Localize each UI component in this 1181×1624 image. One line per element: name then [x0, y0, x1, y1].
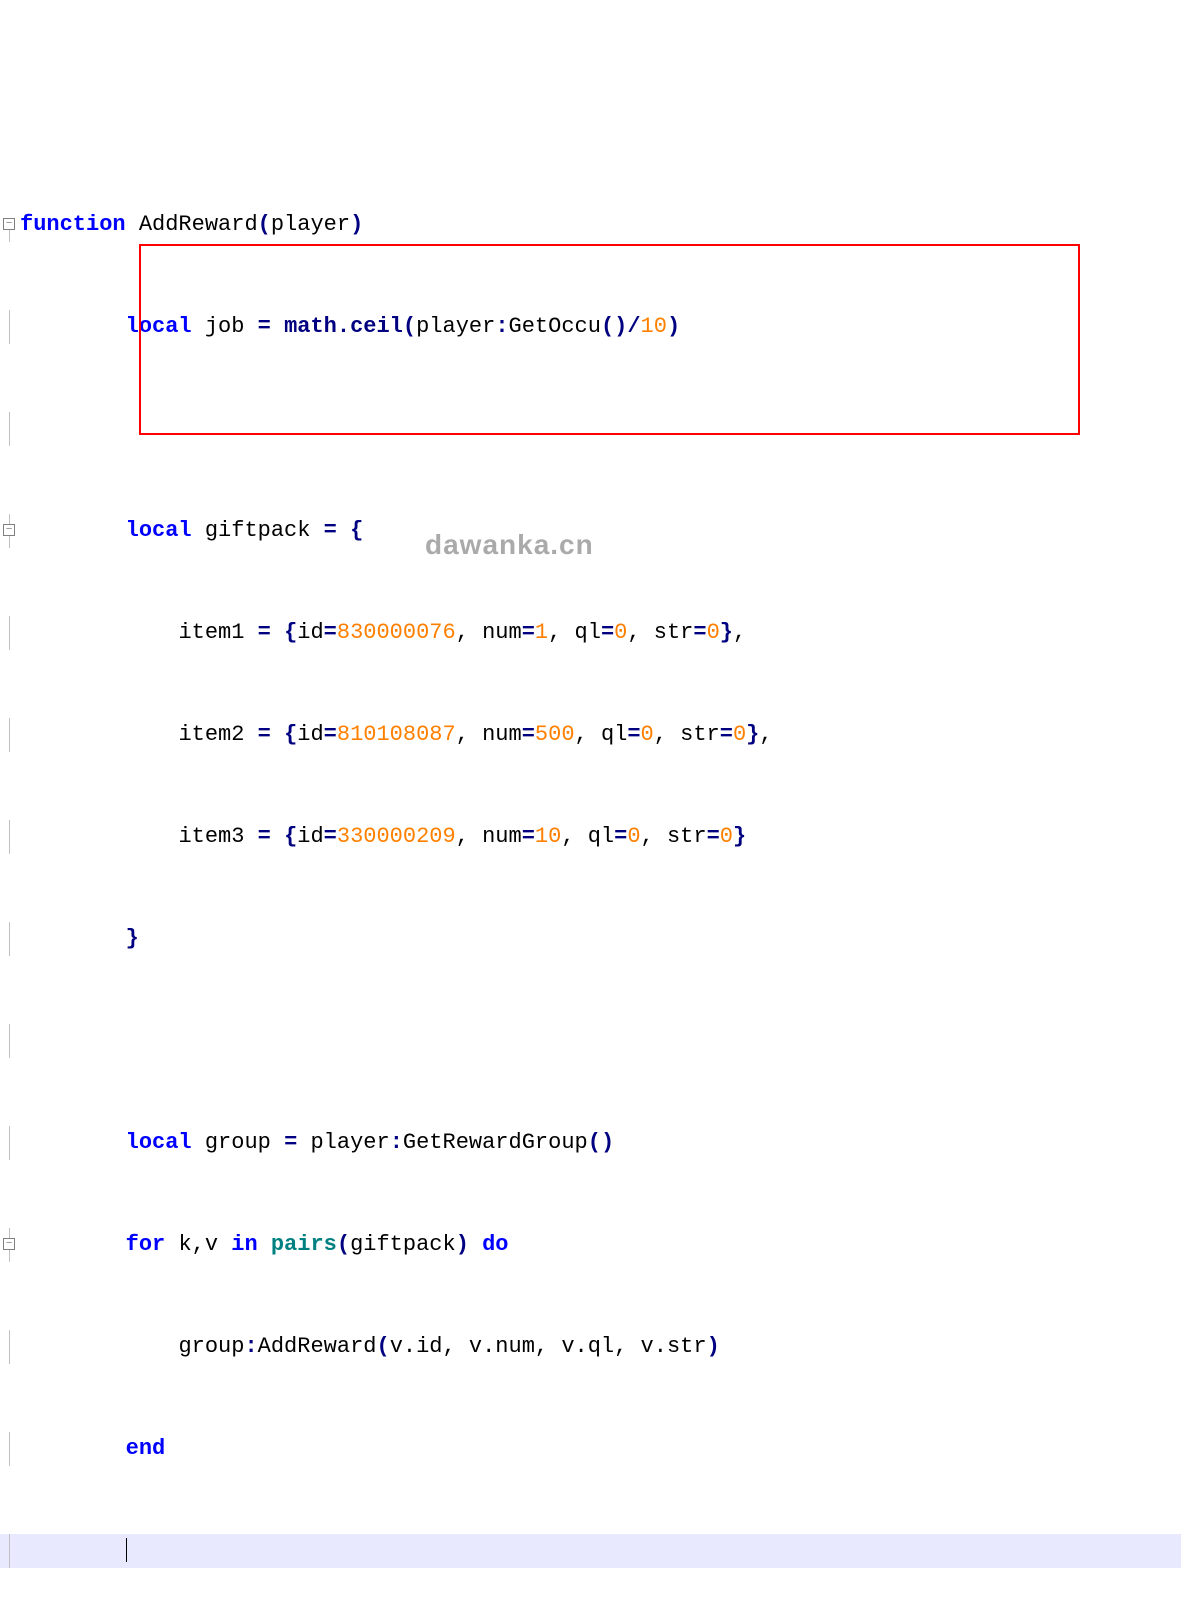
keyword-function: function — [20, 212, 126, 237]
code-line — [0, 412, 1181, 446]
code-line: } — [0, 922, 1181, 956]
code-line: local job = math.ceil(player:GetOccu()/1… — [0, 310, 1181, 344]
code-line: group:AddReward(v.id, v.num, v.ql, v.str… — [0, 1330, 1181, 1364]
fold-minus-icon[interactable]: − — [3, 218, 15, 230]
code-line: − local giftpack = { — [0, 514, 1181, 548]
fold-gutter[interactable]: − — [0, 208, 20, 242]
code-line: − function AddReward(player) — [0, 208, 1181, 242]
code-line: end — [0, 1432, 1181, 1466]
fold-minus-icon[interactable]: − — [3, 524, 15, 536]
code-line: local group = player:GetRewardGroup() — [0, 1126, 1181, 1160]
code-line: item3 = {id=330000209, num=10, ql=0, str… — [0, 820, 1181, 854]
fold-minus-icon[interactable]: − — [3, 1238, 15, 1250]
code-line: − for k,v in pairs(giftpack) do — [0, 1228, 1181, 1262]
function-name: AddReward — [139, 212, 258, 237]
current-line[interactable] — [0, 1534, 1181, 1568]
text-caret — [126, 1538, 127, 1562]
code-line — [0, 1024, 1181, 1058]
code-line: item2 = {id=810108087, num=500, ql=0, st… — [0, 718, 1181, 752]
code-line: item1 = {id=830000076, num=1, ql=0, str=… — [0, 616, 1181, 650]
code-editor[interactable]: − function AddReward(player) local job =… — [0, 140, 1181, 1624]
